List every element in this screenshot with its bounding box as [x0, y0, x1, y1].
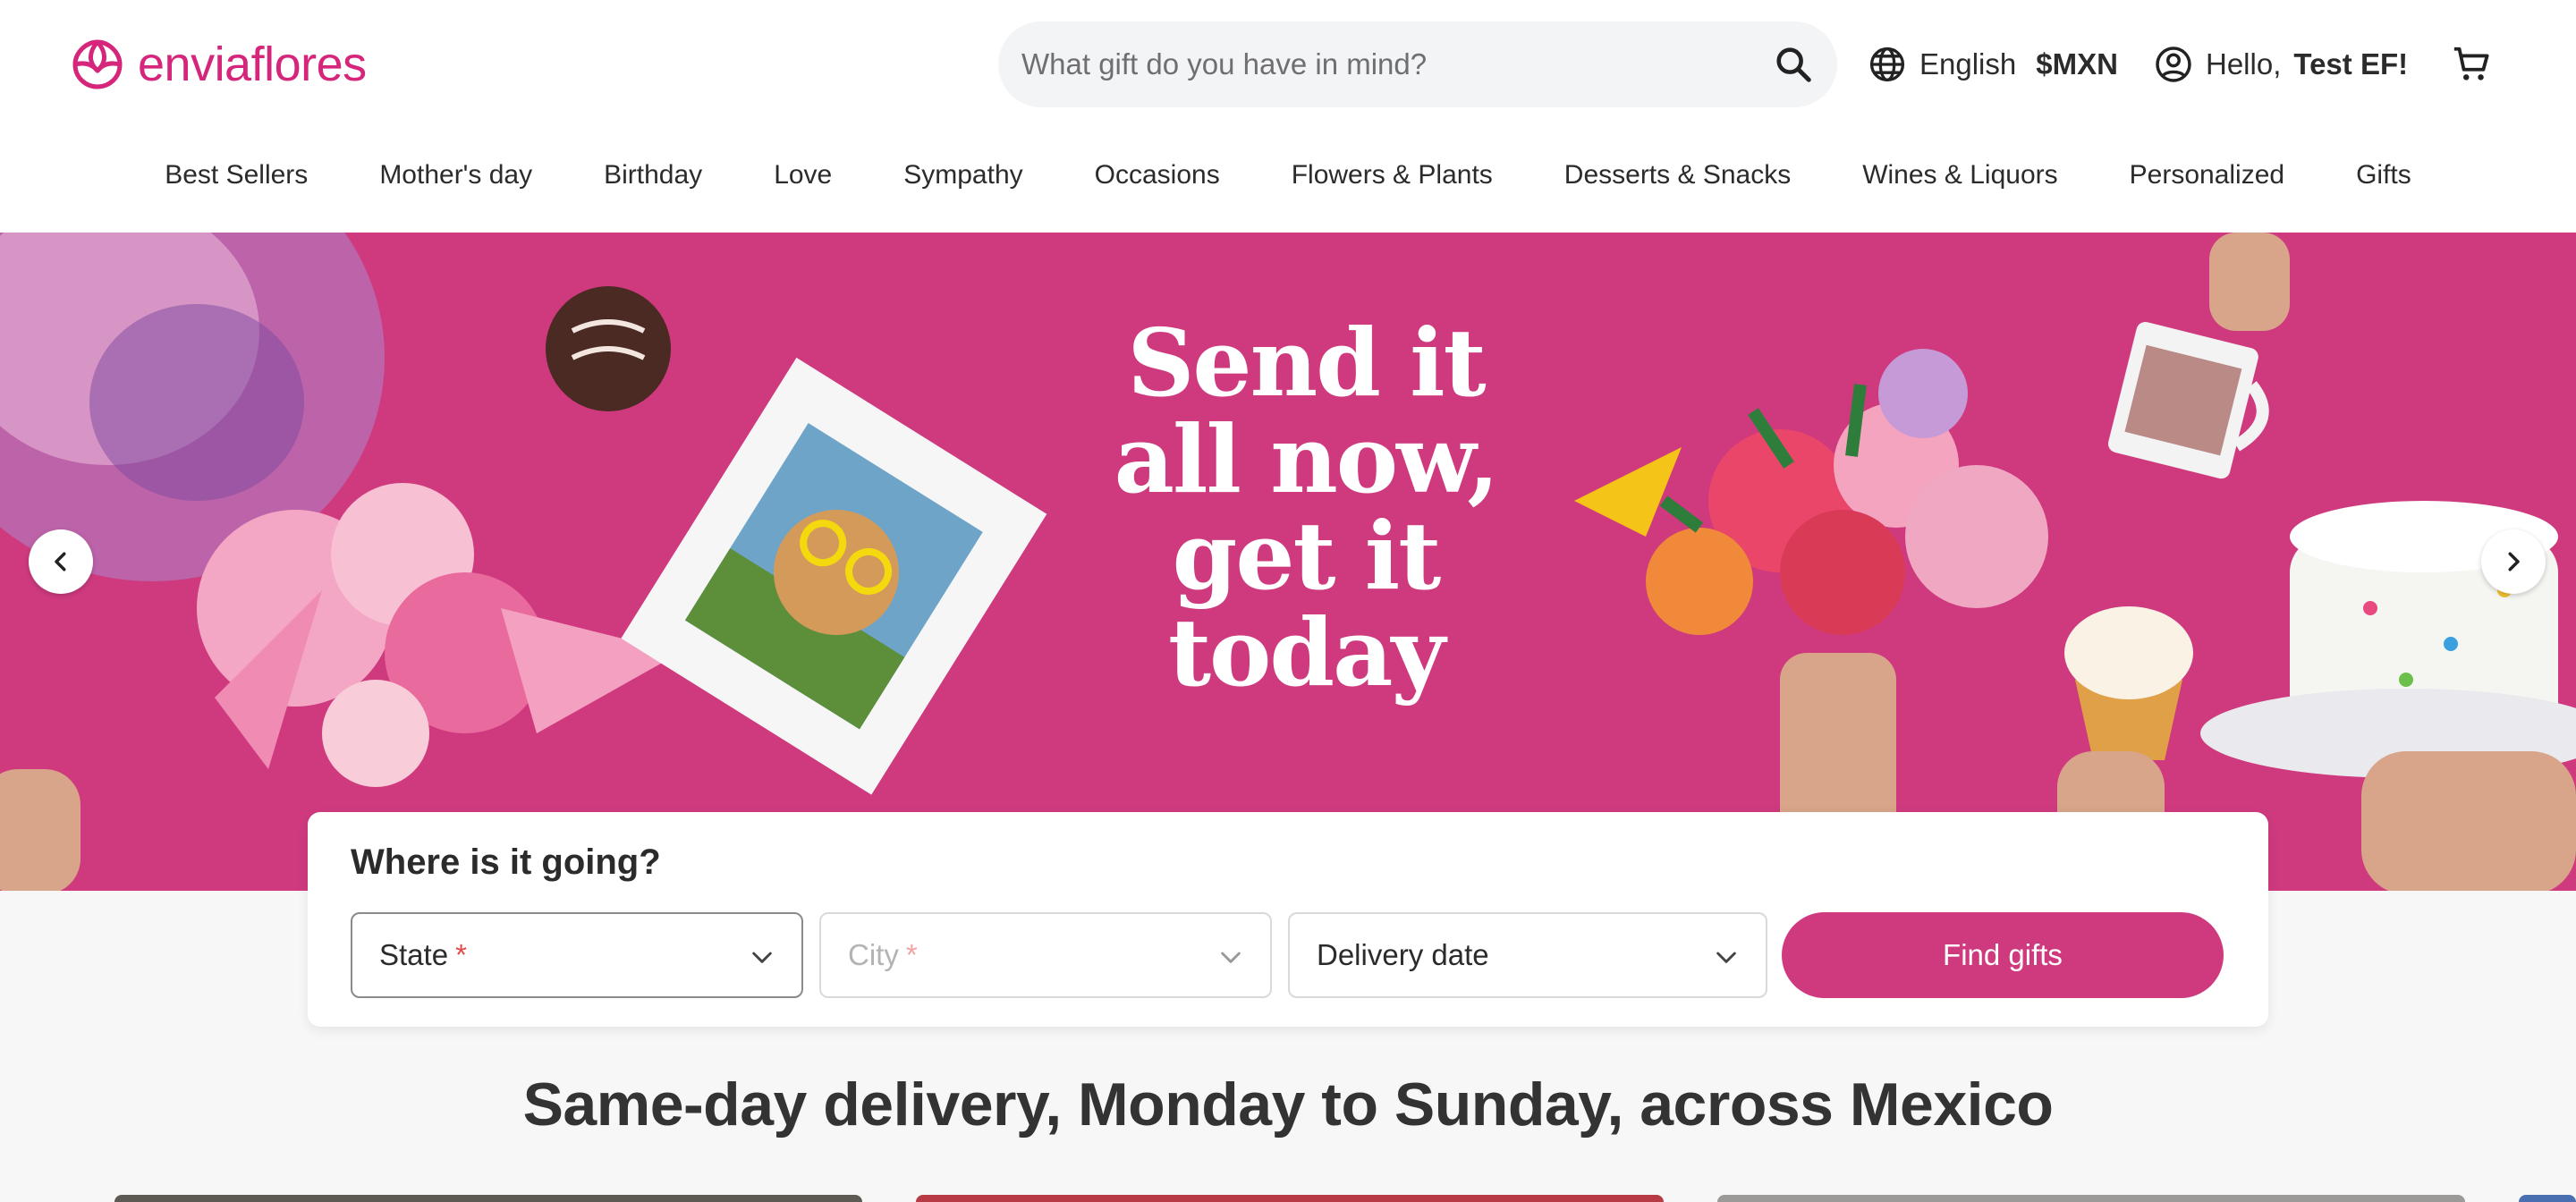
chevron-left-icon — [55, 552, 66, 571]
site-header: enviaflores English $MXN He — [0, 0, 2576, 233]
nav-item-occasions[interactable]: Occasions — [1059, 152, 1256, 199]
city-label: City — [848, 938, 899, 971]
hero-line: today — [1168, 597, 1445, 707]
category-card[interactable] — [1717, 1195, 2465, 1202]
required-mark: * — [905, 938, 918, 971]
state-select[interactable]: State * — [351, 912, 803, 998]
state-label: State — [379, 938, 449, 971]
currency-label: $MXN — [2036, 47, 2118, 80]
delivery-finder: Where is it going? State * City * Delive… — [308, 812, 2268, 1027]
find-gifts-button[interactable]: Find gifts — [1782, 912, 2224, 998]
search-icon[interactable] — [1773, 44, 1814, 85]
cart-icon — [2453, 47, 2489, 80]
carousel-prev-button[interactable] — [29, 529, 93, 594]
nav-item-birthday[interactable]: Birthday — [568, 152, 738, 199]
greeting-text: Hello, — [2206, 47, 2282, 80]
hero-headline: Send it all now, get it today — [1073, 315, 1538, 701]
brand-name: enviaflores — [138, 38, 367, 91]
nav-item-personalized[interactable]: Personalized — [2094, 152, 2320, 199]
category-cards-strip — [0, 1195, 2576, 1202]
delivery-title: Where is it going? — [351, 842, 661, 882]
chevron-right-icon — [2508, 552, 2520, 571]
hero-line: all now, — [1114, 404, 1500, 514]
nav-item-gifts[interactable]: Gifts — [2320, 152, 2447, 199]
user-name: Test EF! — [2293, 47, 2409, 80]
delivery-date-select[interactable]: Delivery date — [1288, 912, 1767, 998]
category-card[interactable] — [916, 1195, 1664, 1202]
nav-item-mothers-day[interactable]: Mother's day — [343, 152, 568, 199]
category-card[interactable] — [2519, 1195, 2576, 1202]
category-card[interactable] — [114, 1195, 862, 1202]
language-currency-selector[interactable]: English $MXN — [1868, 39, 2118, 89]
delivery-date-label: Delivery date — [1317, 938, 1489, 971]
chevron-down-icon — [1716, 952, 1736, 963]
language-label: English — [1919, 47, 2017, 80]
logo[interactable]: enviaflores — [68, 32, 367, 97]
cart-button[interactable] — [2449, 39, 2494, 89]
nav-item-wines-liquors[interactable]: Wines & Liquors — [1826, 152, 2093, 199]
flower-logo-icon — [72, 39, 123, 89]
nav-item-flowers-plants[interactable]: Flowers & Plants — [1256, 152, 1529, 199]
nav-item-love[interactable]: Love — [738, 152, 868, 199]
nav-item-sympathy[interactable]: Sympathy — [868, 152, 1058, 199]
account-menu[interactable]: Hello, Test EF! — [2154, 39, 2408, 89]
city-select[interactable]: City * — [819, 912, 1272, 998]
carousel-next-button[interactable] — [2481, 529, 2546, 594]
hero-banner[interactable]: Send it all now, get it today — [0, 233, 2576, 891]
nav-item-desserts-snacks[interactable]: Desserts & Snacks — [1529, 152, 1826, 199]
search-input[interactable] — [1021, 47, 1773, 81]
search-bar — [998, 21, 1837, 107]
chevron-down-icon — [1221, 952, 1241, 963]
required-mark: * — [455, 938, 467, 971]
globe-icon — [1869, 47, 1905, 82]
user-circle-icon — [2156, 47, 2191, 82]
nav-item-best-sellers[interactable]: Best Sellers — [129, 152, 343, 199]
chevron-down-icon — [752, 952, 772, 963]
hero-line: Send it — [1127, 308, 1486, 418]
main-nav: Best Sellers Mother's day Birthday Love … — [0, 152, 2576, 199]
hero-line: get it — [1172, 501, 1442, 611]
section-title: Same-day delivery, Monday to Sunday, acr… — [522, 1071, 2054, 1139]
